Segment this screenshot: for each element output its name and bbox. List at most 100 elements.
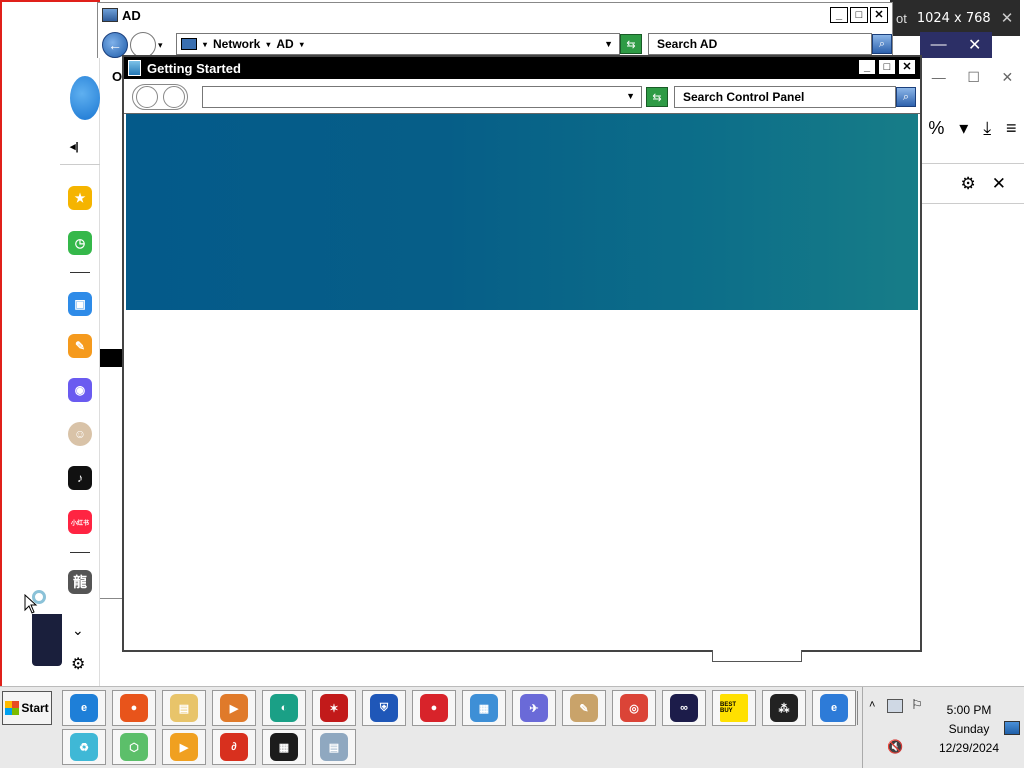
taskbar-recycle-bin-button[interactable]: ♻ <box>62 729 106 765</box>
taskbar-play-app-button[interactable]: ▶ <box>162 729 206 765</box>
show-desktop-icon[interactable] <box>1004 721 1020 735</box>
taskbar-screen-recorder-button[interactable]: ● <box>412 690 456 726</box>
browser-panel-header: ⚙ ✕ <box>921 164 1024 204</box>
search-button[interactable]: ⌕ <box>872 34 892 54</box>
network-status-icon[interactable] <box>887 699 903 713</box>
volume-muted-icon[interactable]: 🔇 <box>887 739 903 755</box>
cube-app-icon: ⬡ <box>120 733 148 761</box>
ad-window-titlebar[interactable]: AD <box>98 3 892 27</box>
breadcrumb[interactable]: ▾ Network ▾ AD ▾ ▼ <box>176 33 620 55</box>
taskbar-cube-app-button[interactable]: ⬡ <box>112 729 156 765</box>
zoom-percent-icon[interactable]: % <box>928 118 944 139</box>
menu-icon[interactable]: ≡ <box>1006 118 1017 139</box>
taskbar-vpn-shield-button[interactable]: ⛨ <box>362 690 406 726</box>
tiktok-icon[interactable]: ♪ <box>68 466 92 490</box>
chevron-down-icon[interactable]: ▾ <box>300 40 304 49</box>
taskbar-document-app-button[interactable]: ▤ <box>312 729 356 765</box>
taskbar-grid-app-button[interactable]: ▦ <box>262 729 306 765</box>
settings-icon[interactable]: ⚙ <box>71 654 85 674</box>
chevron-down-icon[interactable]: ▾ <box>203 40 207 49</box>
taskbar-firefox-button[interactable]: ● <box>112 690 156 726</box>
chevron-down-icon[interactable]: ▾ <box>266 40 270 49</box>
refresh-icon: ⇆ <box>652 91 662 104</box>
history-icon[interactable]: ◷ <box>68 231 92 255</box>
teal-app-icon: ◐ <box>270 694 298 722</box>
taskbar-teal-app-button[interactable]: ◐ <box>262 690 306 726</box>
divider <box>70 552 90 553</box>
avatar-icon[interactable]: ☺ <box>68 422 92 446</box>
history-glyph: ◷ <box>74 236 86 250</box>
close-icon[interactable]: ✕ <box>992 174 1006 194</box>
overlay-close-button[interactable]: ✕ <box>994 9 1020 27</box>
search-button[interactable]: ⌕ <box>896 87 916 107</box>
infinity-app-icon: ∞ <box>670 694 698 722</box>
dropdown-icon[interactable]: ▾ <box>959 118 968 139</box>
minimize-icon[interactable]: — <box>931 36 947 54</box>
taskbar-infinity-app-button[interactable]: ∞ <box>662 690 706 726</box>
action-center-flag-icon[interactable]: ⚐ <box>911 697 923 713</box>
address-dropdown-icon[interactable]: ▼ <box>626 91 635 101</box>
minimize-button[interactable]: _ <box>858 59 876 75</box>
start-button[interactable]: Start <box>2 691 52 725</box>
favorites-icon[interactable]: ★ <box>68 186 92 210</box>
taskbar-file-explorer-button[interactable]: ▤ <box>162 690 206 726</box>
breadcrumb-ad[interactable]: AD <box>276 37 293 51</box>
taskbar-bird-app-button[interactable]: ✈ <box>512 690 556 726</box>
browser-logo-icon <box>70 76 100 120</box>
taskbar-paint-app-button[interactable]: ✎ <box>562 690 606 726</box>
address-input[interactable]: ▼ <box>202 86 642 108</box>
cp-window-controls: _ □ ✕ <box>858 59 916 75</box>
clock-date: 12/29/2024 <box>938 741 1000 755</box>
search-input[interactable]: Search Control Panel <box>674 86 896 108</box>
tools-glyph: ✎ <box>74 339 86 353</box>
breadcrumb-network[interactable]: Network <box>213 37 260 51</box>
clock[interactable]: 5:00 PM Sunday 12/29/2024 <box>923 701 1015 758</box>
document-app-icon: ▤ <box>320 733 348 761</box>
tools-icon[interactable]: ✎ <box>68 334 92 358</box>
minimize-button[interactable]: _ <box>830 7 848 23</box>
refresh-button[interactable]: ⇆ <box>620 34 642 54</box>
ad-sidebar-label: O <box>112 69 123 84</box>
xiaohongshu-icon[interactable]: 小红书 <box>68 510 92 534</box>
close-icon[interactable]: ✕ <box>968 35 981 55</box>
cp-window-titlebar[interactable]: Getting Started <box>124 57 920 79</box>
cp-window-title: Getting Started <box>147 60 241 76</box>
dragon-app-icon[interactable]: 龍 <box>68 570 92 594</box>
cp-address-bar: ▼ ⇆ Search Control Panel ⌕ <box>130 83 918 111</box>
taskbar-network-app-button[interactable]: ▦ <box>462 690 506 726</box>
recent-pages-dropdown-icon[interactable]: ▾ <box>158 40 163 51</box>
chevron-down-icon[interactable]: ⌄ <box>72 622 84 639</box>
settings-icon[interactable]: ⚙ <box>961 174 976 194</box>
toolbox-glyph: ▣ <box>74 297 86 311</box>
back-button[interactable] <box>135 86 158 108</box>
minimize-icon[interactable]: — <box>932 69 946 85</box>
close-button[interactable]: ✕ <box>898 59 916 75</box>
close-icon[interactable]: ✕ <box>1001 69 1013 86</box>
refresh-button[interactable]: ⇆ <box>646 87 668 107</box>
maximize-button[interactable]: □ <box>878 59 896 75</box>
clock-day: Sunday <box>948 722 990 736</box>
taskbar-internet-explorer-button[interactable]: e <box>62 690 106 726</box>
toolbox-icon[interactable]: ▣ <box>68 292 92 316</box>
forward-button[interactable] <box>162 86 185 108</box>
games-icon[interactable]: ◉ <box>68 378 92 402</box>
network-app-icon: ▦ <box>470 694 498 722</box>
taskbar-blackberry-button[interactable]: ⁂ <box>762 690 806 726</box>
taskbar-best-buy-button[interactable]: BEST BUY <box>712 690 756 726</box>
collapse-sidebar-icon[interactable]: ◂| <box>70 140 79 153</box>
taskbar-red-swirl-app-button[interactable]: ∂ <box>212 729 256 765</box>
close-button[interactable]: ✕ <box>870 7 888 23</box>
show-hidden-icons-icon[interactable]: ˄ <box>869 699 875 711</box>
taskbar-chrome-button[interactable]: ◎ <box>612 690 656 726</box>
back-arrow-icon: ← <box>108 37 122 53</box>
download-icon[interactable]: ⤓ <box>983 118 991 139</box>
search-input[interactable]: Search AD <box>648 33 872 55</box>
maximize-icon[interactable]: ☐ <box>967 69 980 86</box>
taskbar-red-gear-app-button[interactable]: ✶ <box>312 690 356 726</box>
firefox-icon: ● <box>120 694 148 722</box>
taskbar-edge-e-button[interactable]: e <box>812 690 856 726</box>
maximize-button[interactable]: □ <box>850 7 868 23</box>
taskbar-media-player-button[interactable]: ▶ <box>212 690 256 726</box>
red-gear-app-icon: ✶ <box>320 694 348 722</box>
address-dropdown-icon[interactable]: ▼ <box>604 39 613 49</box>
